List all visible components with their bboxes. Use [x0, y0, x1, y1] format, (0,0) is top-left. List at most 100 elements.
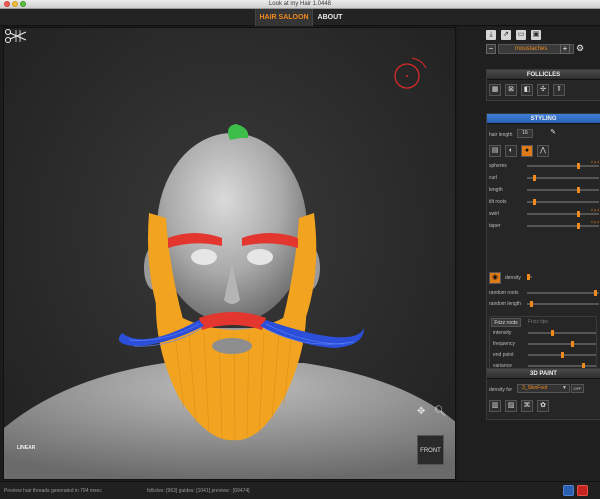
hair-length-field[interactable]: 16	[517, 129, 533, 138]
slider-knob[interactable]	[533, 175, 536, 181]
random-length-slider[interactable]	[527, 301, 599, 307]
axis-toggle[interactable]: x y z	[591, 207, 599, 212]
pen-icon[interactable]: ✎	[547, 128, 559, 140]
zoom-icon[interactable]: 🔍︎	[434, 406, 447, 417]
right-panel: ⤓ ⇗ ▭ ▣ − moustaches ▼ + ⚙ FOLLICLES ▦ ⊠…	[458, 27, 600, 481]
slider-knob[interactable]	[561, 352, 564, 358]
slider-knob[interactable]	[571, 341, 574, 347]
window-title: Look at my Hair 1.0448	[268, 1, 332, 7]
frizz-panel: Frizz roots Frizz tips intensity frequenc…	[489, 316, 597, 376]
slider-label: swirl	[489, 211, 499, 217]
folder-icon[interactable]: ▭	[516, 30, 526, 40]
window-titlebar: Look at my Hair 1.0448	[0, 0, 600, 9]
scissors-icon[interactable]	[4, 28, 28, 44]
styling-slider[interactable]	[527, 223, 599, 229]
head-render	[4, 57, 455, 479]
styling-header[interactable]: STYLING	[487, 114, 600, 124]
random-roots-slider[interactable]	[527, 290, 599, 296]
tab-frizz-tips[interactable]: Frizz tips	[523, 318, 553, 327]
paint-tools: ▥ ▨ ⌘ ✿	[489, 400, 599, 412]
styling-slider[interactable]	[527, 163, 599, 169]
settings-icon[interactable]	[563, 485, 574, 496]
density-label: density	[505, 275, 521, 281]
slider-label: taper	[489, 223, 501, 229]
density-slider[interactable]	[527, 274, 532, 280]
frizz-slider[interactable]	[528, 363, 596, 369]
tab-frizz-roots[interactable]: Frizz roots	[491, 318, 521, 327]
bucket-icon[interactable]: ▥	[489, 400, 501, 412]
frizz-label: intensity	[493, 330, 512, 336]
save-icon[interactable]: ⤓	[486, 30, 496, 40]
eraser-icon[interactable]: ▨	[505, 400, 517, 412]
3d-viewport[interactable]: ✥ 🔍︎ FRONT LINEAR	[3, 27, 456, 480]
status-bar: Preview hair threads generated in 794 ms…	[0, 481, 600, 499]
hair-length-label: hair length	[489, 132, 513, 138]
gear-icon[interactable]: ⚙	[575, 44, 585, 54]
paint-header[interactable]: 3D PAINT	[487, 369, 600, 379]
slider-label: spheres	[489, 163, 507, 169]
menu-bar: HAIR SALOON ABOUT	[0, 9, 600, 26]
scatter-icon[interactable]: ✣	[537, 84, 549, 96]
slider-knob[interactable]	[577, 211, 580, 217]
styling-slider[interactable]	[527, 187, 599, 193]
density-knob[interactable]	[527, 274, 530, 280]
slider-knob[interactable]	[533, 199, 536, 205]
frizz-slider[interactable]	[528, 330, 596, 336]
status-message: Preview hair threads generated in 794 ms…	[4, 488, 102, 494]
hair-group-value: moustaches	[515, 46, 548, 52]
random-roots-label: random roots	[489, 290, 519, 296]
slider-knob[interactable]	[551, 330, 554, 336]
linear-mode-label: LINEAR	[16, 445, 36, 451]
random-length-label: random length	[489, 301, 521, 307]
styling-slider[interactable]	[527, 175, 599, 181]
density-for-select[interactable]: 3_SkinFoot ▼	[517, 384, 570, 393]
slider-knob[interactable]	[577, 223, 580, 229]
half-icon[interactable]: ◐	[505, 145, 517, 157]
slider-knob[interactable]	[577, 163, 580, 169]
brush-paint-icon[interactable]: ⌘	[521, 400, 533, 412]
frizz-slider[interactable]	[528, 341, 596, 347]
frizz-label: end point	[493, 352, 514, 358]
frizz-label: frequency	[493, 341, 515, 347]
minus-icon[interactable]: −	[486, 44, 496, 54]
move-icon[interactable]: ✥	[417, 406, 425, 417]
density-for-value: 3_SkinFoot	[522, 385, 548, 391]
axis-toggle[interactable]: x y z	[591, 219, 599, 224]
axis-toggle[interactable]: x y z	[591, 159, 599, 164]
slider-label: tilt roots	[489, 199, 507, 205]
styling-slider[interactable]	[527, 211, 599, 217]
random-roots-knob[interactable]	[594, 290, 597, 296]
follicles-tools: ▦ ⊠ ◧ ✣ ⫪	[489, 84, 599, 96]
chevron-down-icon: ▼	[562, 385, 567, 391]
floppy-icon[interactable]: ▣	[531, 30, 541, 40]
paint-toggle[interactable]: OFF	[571, 384, 584, 393]
sphere-icon[interactable]: ●	[521, 145, 533, 157]
random-length-knob[interactable]	[530, 301, 533, 307]
power-icon[interactable]	[577, 485, 588, 496]
select-follicles-icon[interactable]: ⊠	[505, 84, 517, 96]
export-icon[interactable]: ⇗	[501, 30, 511, 40]
paw-icon[interactable]: ✿	[537, 400, 549, 412]
grid-icon[interactable]: ▦	[489, 84, 501, 96]
density-icon[interactable]: ◉	[489, 272, 501, 284]
paint-follicles-icon[interactable]: ◧	[521, 84, 533, 96]
follicles-header[interactable]: FOLLICLES	[487, 70, 600, 80]
paint-section: 3D PAINT density for 3_SkinFoot ▼ OFF ▥ …	[486, 368, 600, 420]
slider-label: curl	[489, 175, 498, 181]
comb-icon[interactable]: ⫪	[553, 84, 565, 96]
plus-icon[interactable]: +	[560, 44, 570, 54]
front-view-button[interactable]: FRONT	[417, 435, 444, 465]
follicle-stats: follicles: [963] guides: [1041] preview …	[147, 488, 250, 494]
tab-hair-saloon[interactable]: HAIR SALOON	[255, 9, 313, 26]
follicles-section: FOLLICLES ▦ ⊠ ◧ ✣ ⫪	[486, 69, 600, 101]
tab-about[interactable]: ABOUT	[314, 9, 346, 26]
brush-icon[interactable]: ▤	[489, 145, 501, 157]
styling-tools: ▤ ◐ ● ⋀	[489, 145, 599, 157]
styling-section: STYLING hair length 16 ✎ ▤ ◐ ● ⋀ spheres…	[486, 113, 600, 377]
slider-label: length	[489, 187, 503, 193]
frizz-slider[interactable]	[528, 352, 596, 358]
density-for-label: density for	[489, 387, 513, 393]
styling-slider[interactable]	[527, 199, 599, 205]
tilt-icon[interactable]: ⋀	[537, 145, 549, 157]
slider-knob[interactable]	[577, 187, 580, 193]
